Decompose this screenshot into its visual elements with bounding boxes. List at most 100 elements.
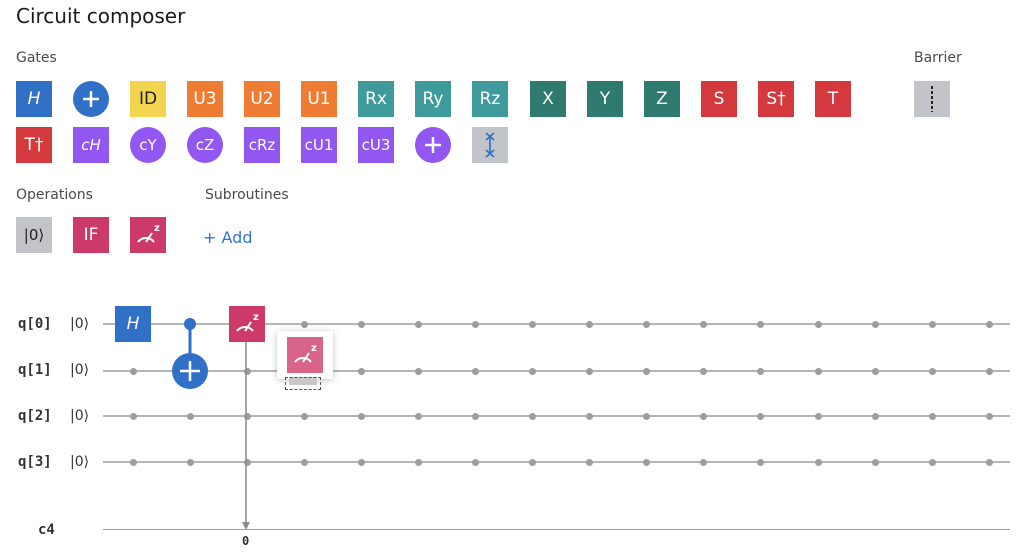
slot-dot[interactable] (529, 321, 536, 328)
qubit-init[interactable]: |0⟩ (70, 408, 89, 424)
gate-u2[interactable]: U2 (244, 81, 280, 117)
placed-measure[interactable]: z (229, 306, 265, 342)
slot-dot[interactable] (358, 368, 365, 375)
gate-cu3[interactable]: cU3 (358, 127, 394, 163)
slot-dot[interactable] (872, 413, 879, 420)
slot-dot[interactable] (872, 321, 879, 328)
gate-tdg[interactable]: T† (16, 127, 52, 163)
slot-dot[interactable] (586, 413, 593, 420)
gate-cy[interactable]: cY (130, 127, 166, 163)
slot-dot[interactable] (700, 413, 707, 420)
gate-x[interactable]: X (530, 81, 566, 117)
slot-dot[interactable] (815, 413, 822, 420)
slot-dot[interactable] (643, 368, 650, 375)
placed-cnot[interactable] (170, 312, 210, 390)
qubit-init[interactable]: |0⟩ (70, 316, 89, 332)
slot-dot[interactable] (472, 413, 479, 420)
slot-dot[interactable] (529, 368, 536, 375)
slot-dot[interactable] (529, 413, 536, 420)
gate-cnot[interactable] (73, 81, 109, 117)
slot-dot[interactable] (986, 413, 993, 420)
slot-dot[interactable] (757, 368, 764, 375)
slot-dot[interactable] (130, 459, 137, 466)
gate-id[interactable]: ID (130, 81, 166, 117)
gate-swap[interactable] (472, 127, 508, 163)
slot-dot[interactable] (358, 321, 365, 328)
slot-dot[interactable] (643, 413, 650, 420)
slot-dot[interactable] (815, 459, 822, 466)
slot-dot[interactable] (700, 368, 707, 375)
slot-dot[interactable] (700, 459, 707, 466)
gate-barrier[interactable] (914, 81, 950, 117)
gate-s[interactable]: S (701, 81, 737, 117)
slot-dot[interactable] (130, 413, 137, 420)
qubit-init[interactable]: |0⟩ (70, 362, 89, 378)
gate-y[interactable]: Y (587, 81, 623, 117)
slot-dot[interactable] (529, 459, 536, 466)
qubit-init[interactable]: |0⟩ (70, 454, 89, 470)
gate-cz[interactable]: cZ (187, 127, 223, 163)
slot-dot[interactable] (872, 459, 879, 466)
slot-dot[interactable] (757, 459, 764, 466)
slot-dot[interactable] (472, 459, 479, 466)
dragged-gate-card[interactable]: z (277, 331, 333, 379)
gate-cu1[interactable]: cU1 (301, 127, 337, 163)
slot-dot[interactable] (757, 321, 764, 328)
slot-dot[interactable] (986, 321, 993, 328)
slot-dot[interactable] (358, 459, 365, 466)
slot-dot[interactable] (757, 413, 764, 420)
slot-dot[interactable] (929, 368, 936, 375)
slot-dot[interactable] (929, 459, 936, 466)
slot-dot[interactable] (586, 368, 593, 375)
slot-dot[interactable] (586, 321, 593, 328)
slot-dot[interactable] (415, 368, 422, 375)
gate-u1[interactable]: U1 (301, 81, 337, 117)
slot-dot[interactable] (415, 321, 422, 328)
gates-section-label: Gates (16, 50, 57, 66)
measurement-link (242, 340, 250, 530)
gate-u3[interactable]: U3 (187, 81, 223, 117)
slot-dot[interactable] (815, 368, 822, 375)
slot-dot[interactable] (130, 368, 137, 375)
slot-dot[interactable] (415, 459, 422, 466)
placed-gate-h[interactable]: H (115, 306, 151, 342)
dragged-measure[interactable]: z (287, 337, 323, 373)
slot-dot[interactable] (472, 321, 479, 328)
slot-dot[interactable] (301, 321, 308, 328)
slot-dot[interactable] (586, 459, 593, 466)
slot-dot[interactable] (872, 368, 879, 375)
slot-dot[interactable] (929, 321, 936, 328)
slot-dot[interactable] (415, 413, 422, 420)
slot-dot[interactable] (643, 321, 650, 328)
gate-crz[interactable]: cRz (244, 127, 280, 163)
gate-ch[interactable]: cH (73, 127, 109, 163)
op-reset[interactable]: |0⟩ (16, 217, 52, 253)
slot-dot[interactable] (986, 459, 993, 466)
slot-dot[interactable] (929, 413, 936, 420)
gate-toffoli[interactable] (415, 127, 451, 163)
slot-dot[interactable] (187, 413, 194, 420)
gate-h[interactable]: H (16, 81, 52, 117)
gate-z[interactable]: Z (644, 81, 680, 117)
slot-dot[interactable] (301, 459, 308, 466)
classical-bit-index: 0 (242, 534, 250, 548)
plus-icon (83, 91, 99, 107)
slot-dot[interactable] (700, 321, 707, 328)
slot-dot[interactable] (472, 368, 479, 375)
swap-icon (485, 132, 495, 158)
op-measure[interactable]: z (130, 217, 166, 253)
gate-rx[interactable]: Rx (358, 81, 394, 117)
add-subroutine-link[interactable]: + Add (203, 228, 252, 247)
gate-sdg[interactable]: S† (758, 81, 794, 117)
barrier-icon (931, 86, 933, 112)
slot-dot[interactable] (301, 413, 308, 420)
slot-dot[interactable] (986, 368, 993, 375)
gate-ry[interactable]: Ry (415, 81, 451, 117)
slot-dot[interactable] (643, 459, 650, 466)
slot-dot[interactable] (358, 413, 365, 420)
op-if[interactable]: IF (73, 217, 109, 253)
gate-t[interactable]: T (815, 81, 851, 117)
slot-dot[interactable] (187, 459, 194, 466)
slot-dot[interactable] (815, 321, 822, 328)
gate-rz[interactable]: Rz (472, 81, 508, 117)
